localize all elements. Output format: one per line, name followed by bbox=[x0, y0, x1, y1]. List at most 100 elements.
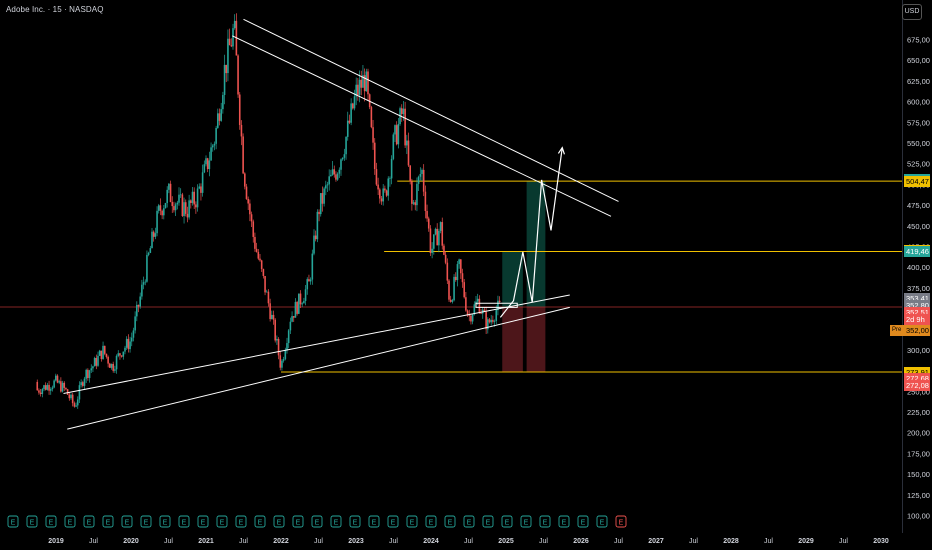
candle-body bbox=[161, 210, 163, 216]
y-tick-label: 300,00 bbox=[907, 346, 930, 355]
candle-body bbox=[127, 338, 130, 350]
candle-body bbox=[257, 251, 260, 259]
candle-body bbox=[323, 188, 325, 204]
premarket-price-tag: 352,00 bbox=[904, 325, 930, 337]
chart-root[interactable]: 100,00 125,00 150,00 175,00 200,00 225,00 250,… bbox=[0, 0, 932, 550]
candle-body bbox=[188, 200, 190, 218]
candle-body bbox=[193, 191, 195, 205]
candle-body bbox=[465, 297, 467, 311]
position-loss-zone[interactable] bbox=[502, 306, 523, 373]
candle-body bbox=[454, 276, 457, 281]
currency-button[interactable]: USD bbox=[902, 4, 922, 20]
x-tick-label: Jul bbox=[614, 538, 623, 545]
x-tick-label: 2020 bbox=[123, 538, 139, 545]
earnings-marker-label: E bbox=[562, 520, 567, 527]
candle-body bbox=[41, 389, 44, 394]
candle-body bbox=[254, 236, 256, 249]
candle-body bbox=[446, 262, 449, 281]
candle-body bbox=[109, 363, 111, 368]
candle-body bbox=[299, 293, 302, 305]
earnings-marker-label: E bbox=[106, 520, 111, 527]
price-tag: 272,08 bbox=[904, 380, 930, 392]
candle-body bbox=[151, 231, 153, 249]
candle-body bbox=[294, 301, 297, 318]
candle-body bbox=[488, 319, 491, 323]
candle-body bbox=[223, 64, 226, 95]
candle-body bbox=[124, 347, 126, 352]
candle-body bbox=[274, 319, 276, 341]
x-tick-label: Jul bbox=[539, 538, 548, 545]
price-chart[interactable]: 100,00125,00150,00175,00200,00225,00250,… bbox=[0, 0, 932, 550]
candle-body bbox=[49, 389, 52, 391]
x-tick-label: Jul bbox=[464, 538, 473, 545]
x-tick-label: 2021 bbox=[198, 538, 214, 545]
candle-body bbox=[233, 20, 236, 29]
candle-body bbox=[267, 291, 270, 304]
candle-body bbox=[264, 275, 266, 293]
candle-body bbox=[404, 108, 406, 146]
candle-body bbox=[208, 160, 211, 170]
candle-body bbox=[173, 206, 175, 211]
candle-body bbox=[117, 353, 120, 356]
candle-body bbox=[55, 375, 57, 381]
earnings-marker-label: E bbox=[220, 520, 225, 527]
candle-body bbox=[39, 392, 42, 394]
candle-body bbox=[370, 107, 373, 128]
candle-body bbox=[353, 96, 356, 109]
candle-body bbox=[198, 186, 201, 189]
x-tick-label: 2023 bbox=[348, 538, 364, 545]
candle-body bbox=[240, 124, 243, 137]
candle-body bbox=[38, 390, 40, 393]
candle-body bbox=[463, 282, 465, 298]
candle-body bbox=[174, 204, 177, 211]
earnings-marker-label: E bbox=[448, 520, 453, 527]
y-tick-label: 675,00 bbox=[907, 36, 930, 45]
candle-body bbox=[350, 103, 352, 123]
price-tag: 2d 9h bbox=[904, 313, 930, 325]
earnings-marker-label: E bbox=[391, 520, 396, 527]
candle-body bbox=[73, 403, 76, 407]
candle-body bbox=[210, 147, 212, 161]
position-profit-zone[interactable] bbox=[502, 251, 523, 307]
x-tick-label: Jul bbox=[689, 538, 698, 545]
candle-body bbox=[340, 159, 342, 170]
x-tick-label: Jul bbox=[164, 538, 173, 545]
earnings-marker-label: E bbox=[49, 520, 54, 527]
y-tick-label: 175,00 bbox=[907, 449, 930, 458]
candle-body bbox=[142, 282, 145, 285]
x-tick-label: Jul bbox=[764, 538, 773, 545]
earnings-marker-label: E bbox=[296, 520, 301, 527]
candle-body bbox=[71, 394, 74, 404]
candle-body bbox=[130, 337, 133, 342]
candle-body bbox=[213, 143, 216, 146]
earnings-marker-label: E bbox=[467, 520, 472, 527]
axis-separator bbox=[902, 0, 903, 533]
candle-body bbox=[330, 174, 332, 177]
candle-body bbox=[321, 193, 324, 204]
candle-body bbox=[458, 259, 460, 265]
candle-body bbox=[289, 321, 292, 331]
y-tick-label: 400,00 bbox=[907, 263, 930, 272]
candle-body bbox=[65, 387, 67, 390]
candle-body bbox=[367, 71, 369, 95]
candle-body bbox=[203, 164, 206, 173]
candle-body bbox=[43, 385, 45, 390]
earnings-marker-label: E bbox=[524, 520, 529, 527]
candle-body bbox=[341, 157, 344, 160]
candle-body bbox=[387, 178, 390, 196]
candle-body bbox=[444, 254, 447, 263]
candle-body bbox=[134, 316, 136, 331]
candle-body bbox=[95, 357, 98, 366]
candle-body bbox=[426, 210, 428, 219]
candle-body bbox=[136, 304, 138, 317]
candle-body bbox=[168, 183, 170, 190]
candle-body bbox=[303, 300, 305, 304]
candle-body bbox=[163, 208, 165, 216]
candle-body bbox=[269, 303, 271, 320]
candle-body bbox=[292, 316, 295, 318]
candle-body bbox=[36, 381, 39, 391]
candle-body bbox=[201, 172, 204, 193]
candle-body bbox=[68, 394, 71, 399]
candle-body bbox=[147, 252, 150, 255]
candle-body bbox=[146, 254, 148, 282]
